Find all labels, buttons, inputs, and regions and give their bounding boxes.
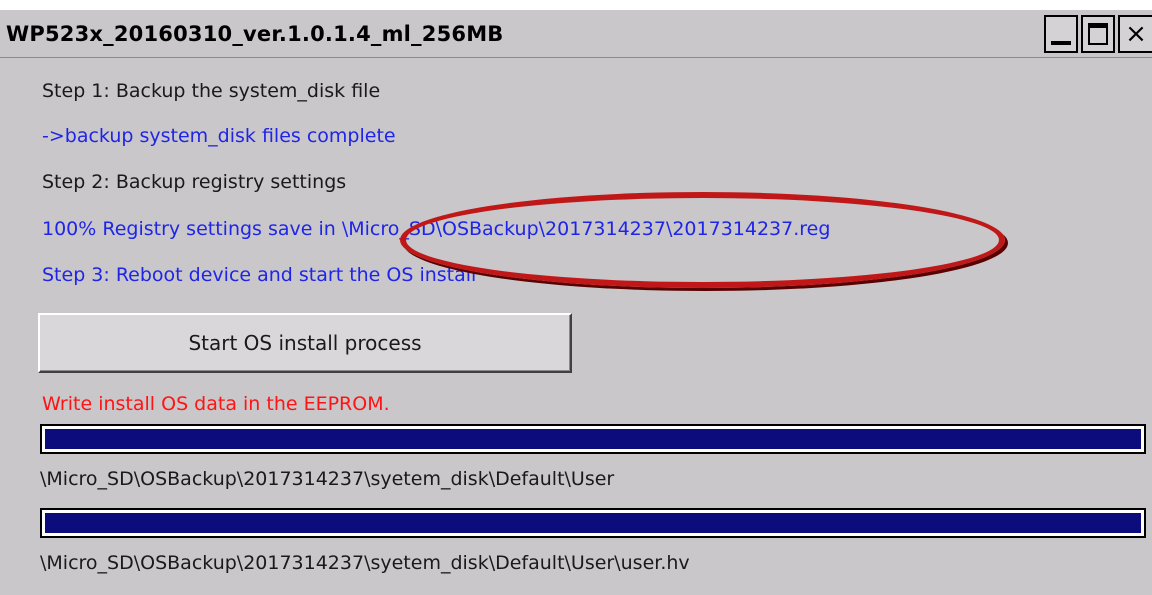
progress-bar-1 <box>40 424 1146 454</box>
window-title: WP523x_20160310_ver.1.0.1.4_ml_256MB <box>6 22 504 46</box>
maximize-icon <box>1088 23 1108 45</box>
step1-label: Step 1: Backup the system_disk file <box>42 80 381 102</box>
progress-path-2: \Micro_SD\OSBackup\2017314237\syetem_dis… <box>40 552 690 574</box>
step2-label: Step 2: Backup registry settings <box>42 171 347 193</box>
close-icon: × <box>1125 19 1147 49</box>
title-bar: WP523x_20160310_ver.1.0.1.4_ml_256MB × <box>0 10 1152 58</box>
progress-bar-2 <box>40 508 1146 538</box>
step3-label: Step 3: Reboot device and start the OS i… <box>42 264 477 286</box>
step1-status: ->backup system_disk files complete <box>42 125 396 147</box>
minimize-button[interactable] <box>1044 15 1078 53</box>
minimize-icon <box>1051 41 1071 45</box>
progress-fill-1 <box>45 429 1141 449</box>
installer-window: WP523x_20160310_ver.1.0.1.4_ml_256MB × S… <box>0 10 1152 595</box>
start-os-install-button[interactable]: Start OS install process <box>38 313 572 373</box>
annotation-ellipse <box>400 192 1005 288</box>
maximize-button[interactable] <box>1081 15 1115 53</box>
close-button[interactable]: × <box>1118 15 1152 53</box>
progress-fill-2 <box>45 513 1141 533</box>
cropped-top-strip <box>0 0 1152 10</box>
progress-path-1: \Micro_SD\OSBackup\2017314237\syetem_dis… <box>40 468 615 490</box>
status-message: Write install OS data in the EEPROM. <box>42 393 390 415</box>
